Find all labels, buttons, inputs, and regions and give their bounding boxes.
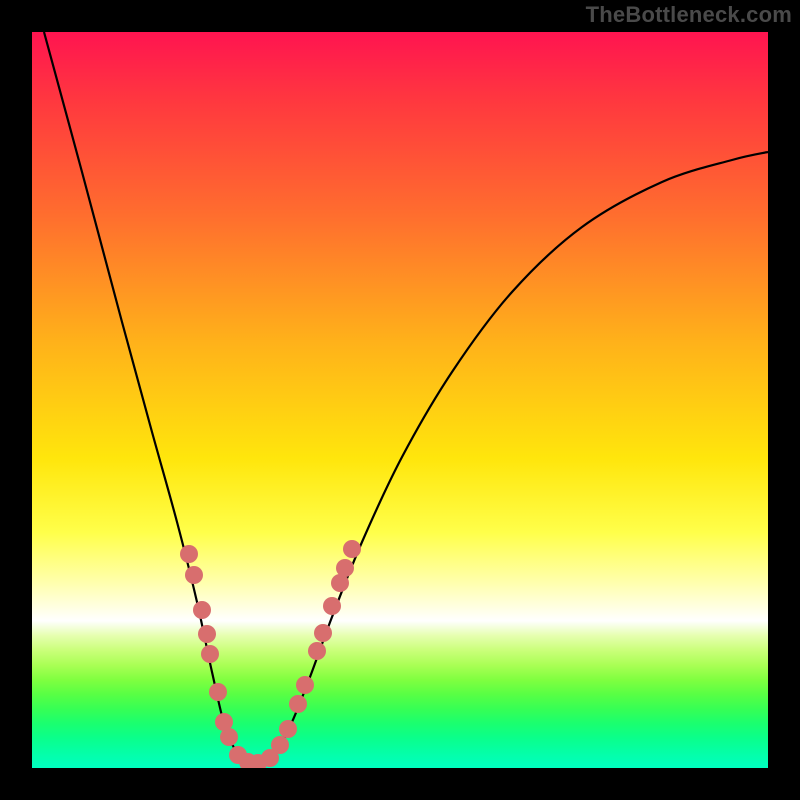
data-marker <box>314 624 332 642</box>
data-marker <box>271 736 289 754</box>
watermark-label: TheBottleneck.com <box>586 2 792 28</box>
data-markers <box>180 540 361 768</box>
data-marker <box>201 645 219 663</box>
data-marker <box>198 625 216 643</box>
bottleneck-curve <box>44 32 768 763</box>
data-marker <box>323 597 341 615</box>
chart-frame: TheBottleneck.com <box>0 0 800 800</box>
data-marker <box>296 676 314 694</box>
data-marker <box>180 545 198 563</box>
data-marker <box>343 540 361 558</box>
data-marker <box>279 720 297 738</box>
data-marker <box>185 566 203 584</box>
data-marker <box>308 642 326 660</box>
data-marker <box>289 695 307 713</box>
chart-overlay <box>32 32 768 768</box>
data-marker <box>220 728 238 746</box>
data-marker <box>336 559 354 577</box>
data-marker <box>193 601 211 619</box>
data-marker <box>209 683 227 701</box>
